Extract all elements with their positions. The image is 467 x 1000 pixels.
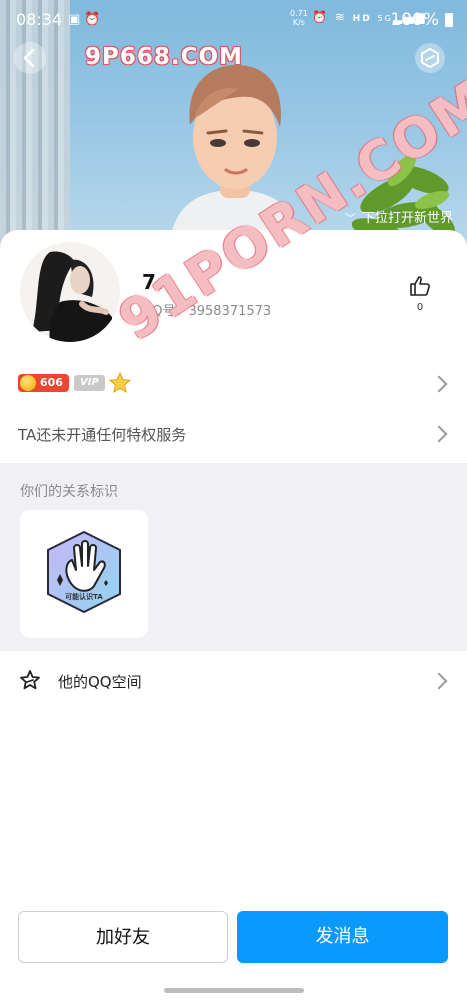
image-icon: ▣ xyxy=(68,12,85,27)
network-speed: 0.71 K/s xyxy=(290,9,308,27)
status-time: 08:34 xyxy=(16,10,63,29)
wifi-icon: ≋ xyxy=(334,10,347,24)
pull-down-hint[interactable]: ﹀ 下拉打开新世界 xyxy=(345,207,453,226)
like-count: 0 xyxy=(416,302,424,313)
chevron-left-icon xyxy=(23,48,35,68)
badges-row[interactable]: 606 VIP xyxy=(0,360,467,406)
relation-badge-card[interactable]: 可能认识TA xyxy=(20,510,148,638)
alarm-icon: ⏰ xyxy=(84,12,105,27)
chevron-down-icon: ﹀ xyxy=(344,212,356,225)
coin-value: 606 xyxy=(40,376,63,389)
send-message-button[interactable]: 发消息 xyxy=(237,911,448,963)
network-speed-unit: K/s xyxy=(292,18,305,27)
chevron-right-icon xyxy=(430,375,448,393)
vip-badge: VIP xyxy=(74,375,105,391)
qzone-row[interactable]: 他的QQ空间 xyxy=(0,652,467,708)
privilege-text: TA还未开通任何特权服务 xyxy=(18,426,187,444)
status-notification-icons: ▣⏰ xyxy=(68,12,104,27)
coin-icon xyxy=(20,375,36,391)
star-outline-icon xyxy=(20,670,40,690)
qq-number[interactable]: QQ号：3958371573 xyxy=(142,300,271,319)
battery-percent: 100% xyxy=(390,10,439,30)
add-friend-button[interactable]: 加好友 xyxy=(18,911,228,963)
relation-title: 你们的关系标识 xyxy=(20,484,118,500)
chevron-right-icon xyxy=(430,425,448,443)
relation-badge-label: 可能认识TA xyxy=(65,593,103,601)
qzone-label: 他的QQ空间 xyxy=(58,673,142,691)
home-indicator[interactable] xyxy=(164,988,304,993)
profile-card: 7. QQ号：3958371573 0 91PORN.COM 606 VIP T… xyxy=(0,67,467,1000)
profile-cover[interactable]: 08:34 ▣⏰ 0.71 K/s ⏰ ≋ HD 5G▂▄▆ 100% 9P66… xyxy=(0,0,467,250)
avatar[interactable] xyxy=(20,242,120,342)
hd-label: HD xyxy=(352,14,372,24)
more-options-button[interactable] xyxy=(415,43,445,73)
chevron-right-icon xyxy=(430,672,448,690)
3d-avatar xyxy=(170,64,300,250)
avatar-image xyxy=(20,242,120,342)
watermark-top: 9P668.COM xyxy=(85,44,243,70)
alarm-icon: ⏰ xyxy=(312,10,329,24)
pull-hint-text: 下拉打开新世界 xyxy=(361,211,453,226)
wave-hand-icon xyxy=(47,530,121,614)
nickname: 7. xyxy=(142,270,164,294)
back-button[interactable] xyxy=(14,42,46,74)
hexagon-icon xyxy=(421,48,439,68)
relation-section: 你们的关系标识 可能认识TA xyxy=(0,463,467,651)
star-level-icon xyxy=(108,371,132,394)
coin-badge: 606 xyxy=(18,374,69,392)
network-speed-value: 0.71 xyxy=(290,9,308,18)
privilege-row[interactable]: TA还未开通任何特权服务 xyxy=(0,408,467,458)
thumbs-up-icon xyxy=(410,276,430,296)
like-button[interactable]: 0 xyxy=(407,274,433,313)
battery-icon xyxy=(445,13,453,27)
status-bar: 08:34 ▣⏰ 0.71 K/s ⏰ ≋ HD 5G▂▄▆ 100% xyxy=(0,0,467,40)
